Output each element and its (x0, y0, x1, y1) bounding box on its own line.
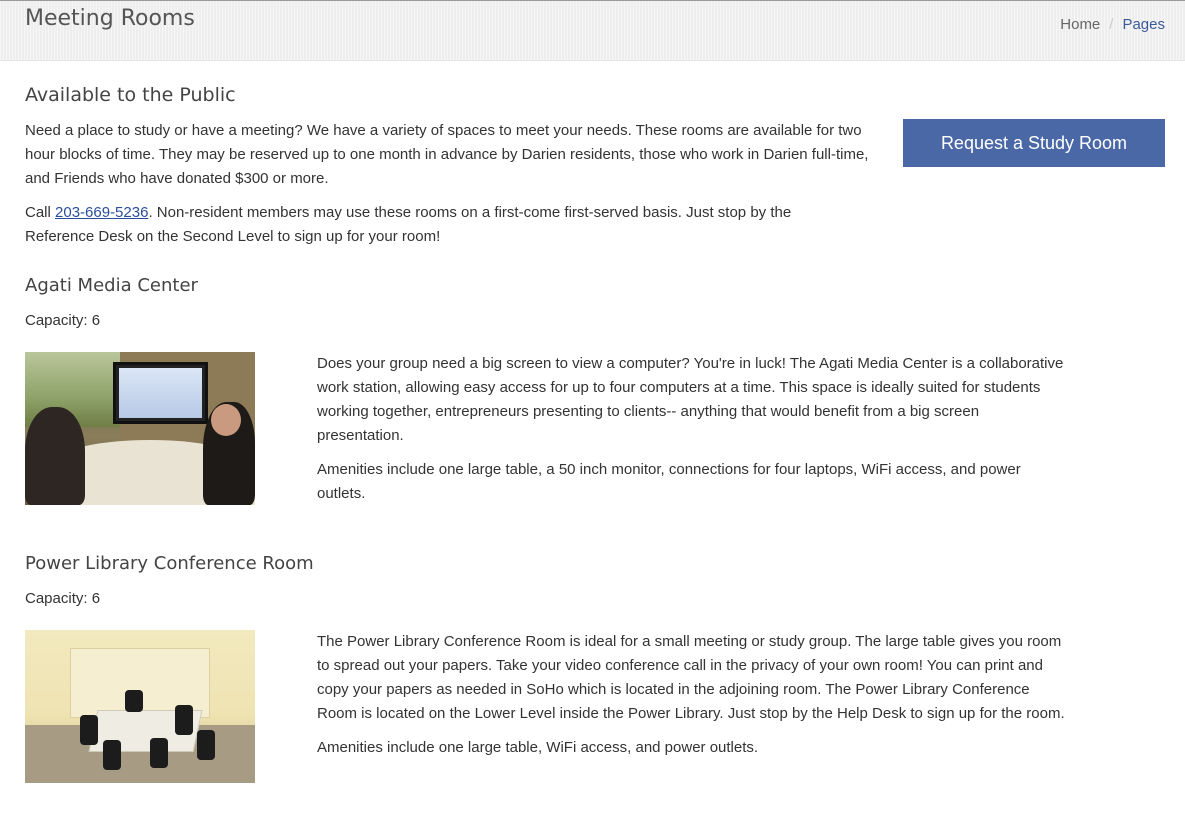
breadcrumb-home-link[interactable]: Home (1060, 16, 1100, 33)
room-description-power-library: The Power Library Conference Room is ide… (317, 630, 1067, 760)
phone-link[interactable]: 203-669-5236 (55, 204, 148, 221)
room-description-text: Does your group need a big screen to vie… (317, 355, 1064, 444)
room-heading-power-library: Power Library Conference Room (25, 553, 314, 574)
intro-heading: Available to the Public (25, 84, 236, 106)
room-heading-agati: Agati Media Center (25, 275, 198, 296)
page-header: Meeting Rooms Home / Pages (0, 0, 1185, 61)
breadcrumb: Home / Pages (1060, 16, 1165, 33)
room-amenities-text: Amenities include one large table, a 50 … (317, 461, 1021, 502)
room-description-text: The Power Library Conference Room is ide… (317, 633, 1065, 722)
call-prefix: Call (25, 204, 56, 221)
intro-contact-paragraph: Call 203-669-5236. Non-resident members … (25, 201, 825, 249)
breadcrumb-separator: / (1109, 16, 1114, 33)
room-description-agati: Does your group need a big screen to vie… (317, 352, 1067, 506)
room-capacity-power-library: Capacity: 6 (25, 590, 101, 607)
agati-media-center-photo (25, 352, 255, 505)
room-amenities-text: Amenities include one large table, WiFi … (317, 739, 759, 756)
breadcrumb-pages-link[interactable]: Pages (1122, 16, 1165, 33)
intro-paragraph: Need a place to study or have a meeting?… (25, 122, 869, 187)
power-library-conference-room-photo (25, 630, 255, 783)
page-title: Meeting Rooms (25, 6, 195, 31)
main-content: Available to the Public Need a place to … (0, 61, 1185, 818)
room-capacity-agati: Capacity: 6 (25, 312, 101, 329)
request-study-room-button[interactable]: Request a Study Room (903, 119, 1165, 167)
